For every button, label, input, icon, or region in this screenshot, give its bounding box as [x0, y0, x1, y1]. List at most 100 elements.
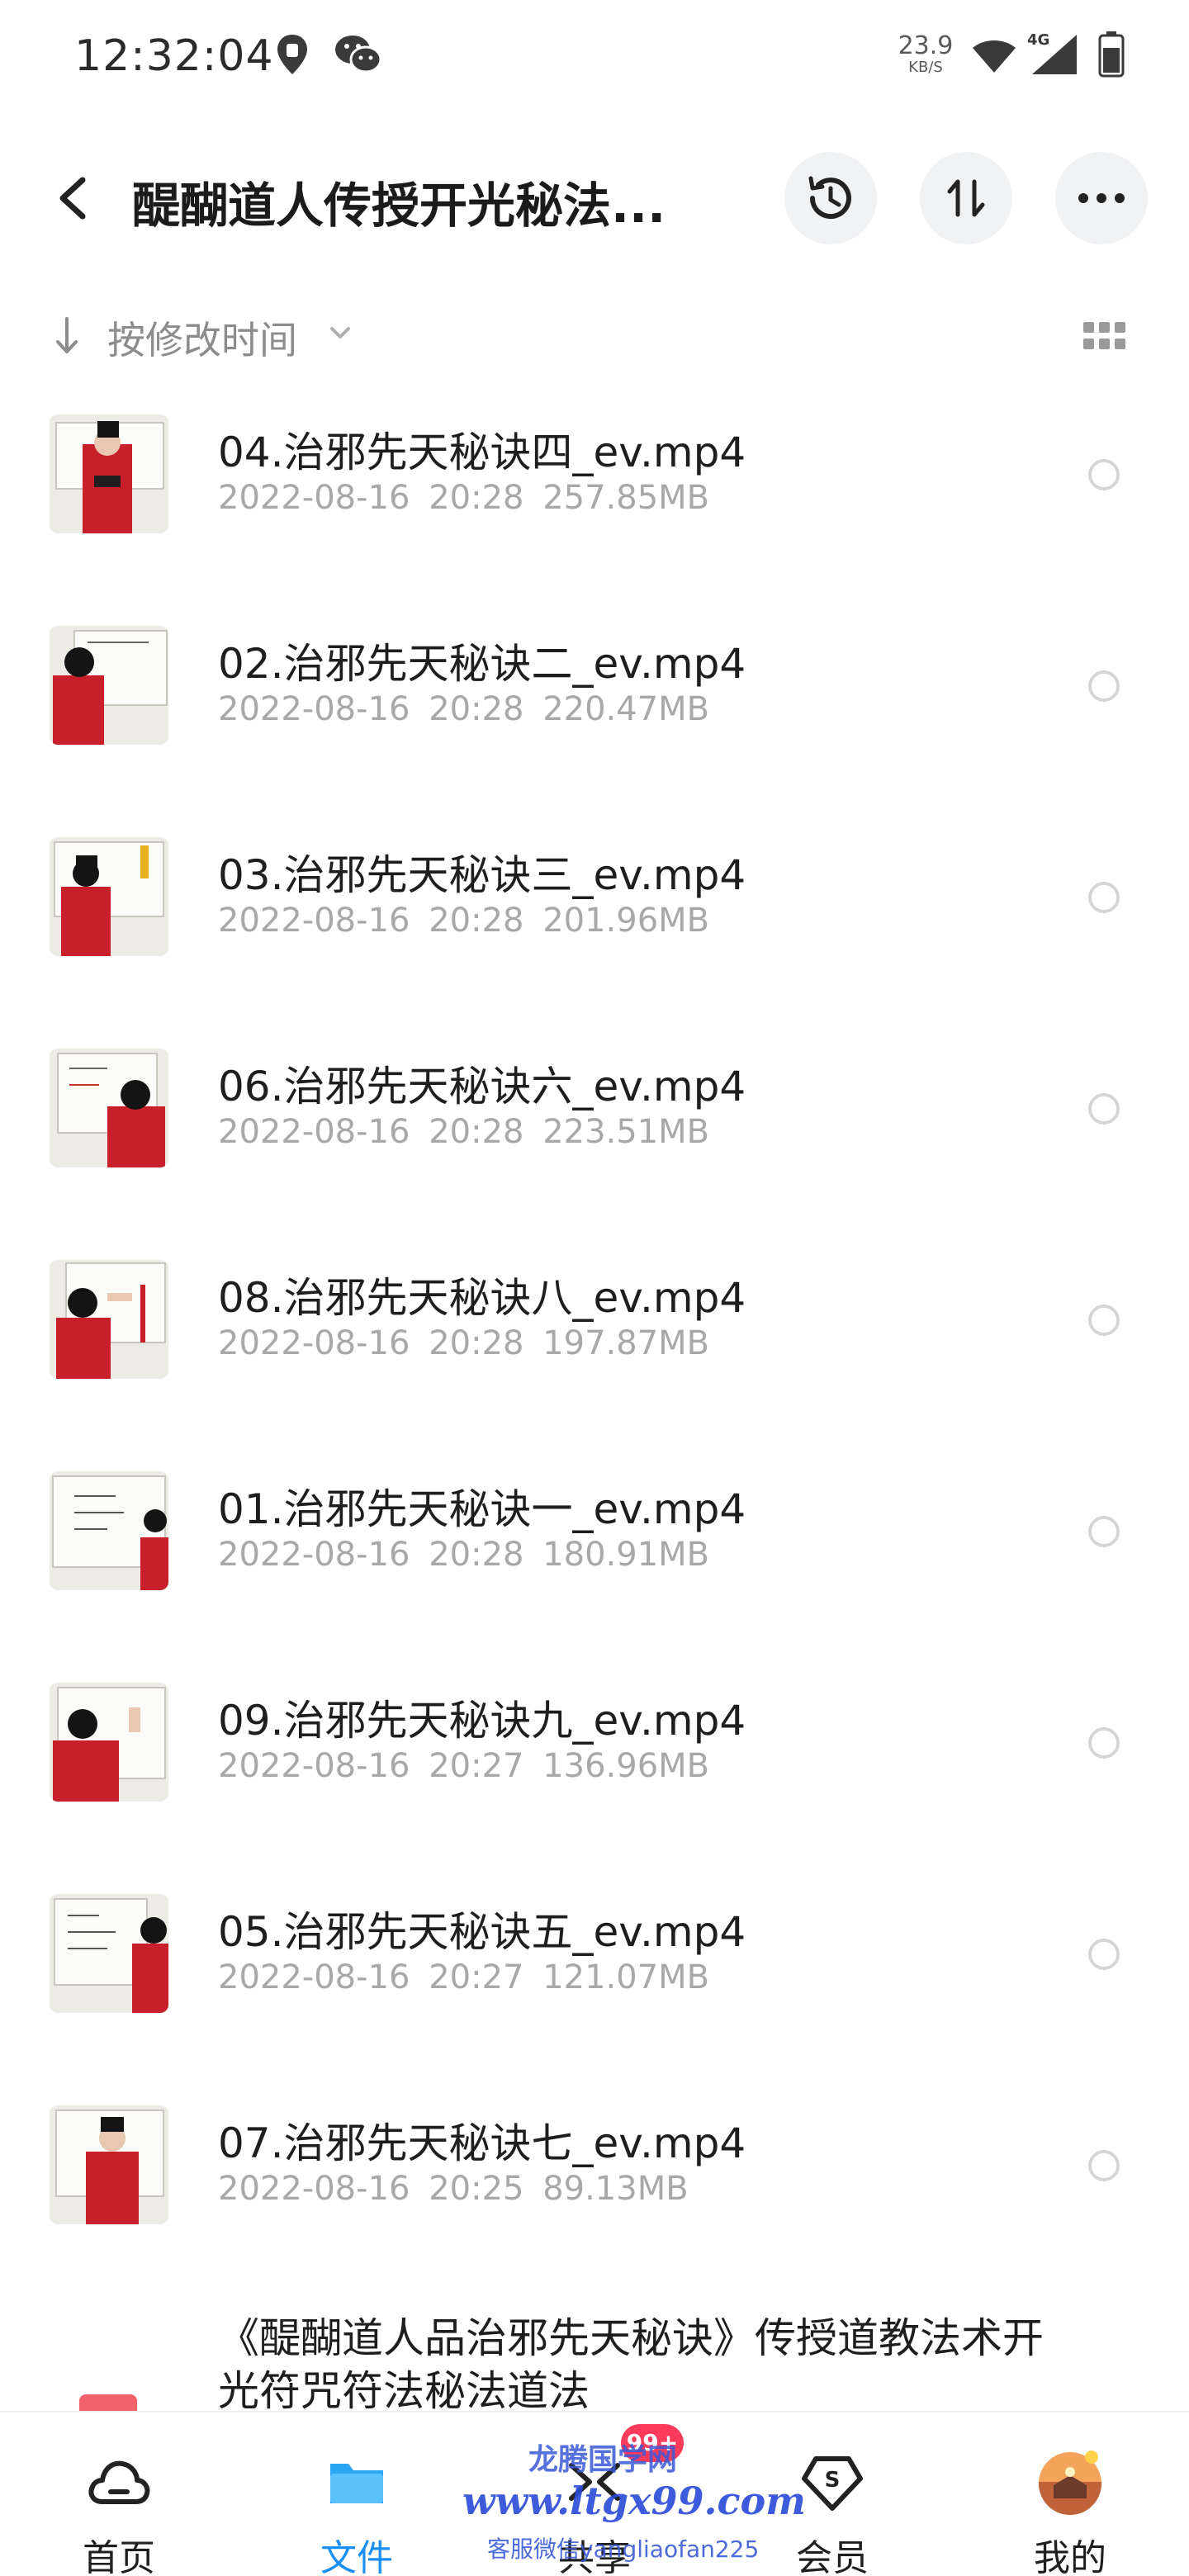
select-radio[interactable] [1088, 1093, 1120, 1125]
network-speed: 23.9 KB/S [897, 33, 955, 76]
video-thumbnail [50, 1260, 168, 1379]
file-meta: 2022-08-16 20:28 197.87MB [218, 1324, 709, 1362]
select-radio[interactable] [1088, 1305, 1120, 1336]
select-radio[interactable] [1088, 2150, 1120, 2181]
file-meta: 2022-08-16 20:27 121.07MB [218, 1958, 709, 1996]
file-name: 06.治邪先天秘诀六_ev.mp4 [218, 1063, 746, 1110]
status-time: 12:32:04 [74, 31, 274, 81]
file-date: 2022-08-16 [218, 902, 410, 940]
file-size: 257.85MB [542, 479, 710, 517]
arrow-down-icon [54, 315, 79, 360]
select-radio[interactable] [1088, 670, 1120, 702]
list-item[interactable]: 03.治邪先天秘诀三_ev.mp4 2022-08-16 20:28 201.9… [0, 811, 1189, 1022]
file-date: 2022-08-16 [218, 479, 410, 517]
nav-home[interactable]: 首页 [45, 2413, 193, 2576]
file-size: 201.96MB [542, 902, 710, 940]
list-item[interactable]: 07.治邪先天秘诀七_ev.mp4 2022-08-16 20:25 89.13… [0, 2079, 1189, 2290]
header: 醍醐道人传授开光秘法... [0, 140, 1189, 256]
file-date: 2022-08-16 [218, 1747, 410, 1785]
file-name: 05.治邪先天秘诀五_ev.mp4 [218, 1908, 746, 1956]
video-thumbnail [50, 2105, 168, 2224]
file-meta: 2022-08-16 20:28 201.96MB [218, 902, 709, 940]
video-thumbnail [50, 837, 168, 956]
file-size: 121.07MB [542, 1958, 710, 1996]
video-thumbnail [50, 1471, 168, 1590]
nav-files[interactable]: 文件 [282, 2413, 431, 2576]
list-item[interactable]: 04.治邪先天秘诀四_ev.mp4 2022-08-16 20:28 257.8… [0, 388, 1189, 599]
video-thumbnail [50, 1894, 168, 2013]
file-size: 223.51MB [542, 1113, 710, 1151]
file-meta: 2022-08-16 20:28 180.91MB [218, 1536, 709, 1574]
status-bar: 12:32:04 23.9 KB/S 4G [0, 0, 1189, 112]
file-time: 20:25 [429, 2170, 524, 2208]
chevron-down-icon[interactable] [329, 325, 352, 345]
file-name: 08.治邪先天秘诀八_ev.mp4 [218, 1274, 746, 1322]
file-size: 136.96MB [542, 1747, 710, 1785]
back-button[interactable] [50, 165, 99, 231]
wifi-icon [971, 36, 1017, 78]
file-time: 20:28 [429, 479, 524, 517]
list-item[interactable]: 08.治邪先天秘诀八_ev.mp4 2022-08-16 20:28 197.8… [0, 1234, 1189, 1445]
file-time: 20:28 [429, 1113, 524, 1151]
file-name: 01.治邪先天秘诀一_ev.mp4 [218, 1485, 746, 1533]
file-time: 20:28 [429, 690, 524, 728]
file-meta: 2022-08-16 20:28 223.51MB [218, 1113, 709, 1151]
file-size: 180.91MB [542, 1536, 710, 1574]
file-time: 20:28 [429, 1324, 524, 1362]
history-icon [808, 176, 851, 220]
sort-label[interactable]: 按修改时间 [107, 310, 297, 365]
list-item[interactable]: 05.治邪先天秘诀五_ev.mp4 2022-08-16 20:27 121.0… [0, 1868, 1189, 2079]
wechat-icon [334, 33, 383, 79]
file-date: 2022-08-16 [218, 690, 410, 728]
file-meta: 2022-08-16 20:28 220.47MB [218, 690, 709, 728]
file-name: 《醍醐道人品治邪先天秘诀》传授道教法术开光符咒符法秘法道法 [218, 2314, 1044, 2415]
file-meta: 2022-08-16 20:27 136.96MB [218, 1747, 709, 1785]
select-radio[interactable] [1088, 1939, 1120, 1970]
file-meta: 2022-08-16 20:28 257.85MB [218, 479, 709, 517]
file-date: 2022-08-16 [218, 1113, 410, 1151]
select-radio[interactable] [1088, 1727, 1120, 1759]
file-date: 2022-08-16 [218, 1958, 410, 1996]
select-radio[interactable] [1088, 882, 1120, 913]
select-radio[interactable] [1088, 459, 1120, 490]
more-button[interactable] [1055, 152, 1148, 244]
history-button[interactable] [784, 152, 877, 244]
file-name: 02.治邪先天秘诀二_ev.mp4 [218, 640, 746, 688]
grid-view-icon[interactable] [1083, 322, 1126, 353]
file-size: 89.13MB [542, 2170, 689, 2208]
file-time: 20:28 [429, 1536, 524, 1574]
file-name: 04.治邪先天秘诀四_ev.mp4 [218, 429, 746, 476]
file-size: 197.87MB [542, 1324, 710, 1362]
video-thumbnail [50, 626, 168, 745]
chevron-left-icon [59, 177, 86, 220]
file-time: 20:27 [429, 1747, 524, 1785]
sort-row[interactable]: 按修改时间 [0, 297, 1189, 372]
file-name: 03.治邪先天秘诀三_ev.mp4 [218, 851, 746, 899]
list-item[interactable]: 09.治邪先天秘诀九_ev.mp4 2022-08-16 20:27 136.9… [0, 1656, 1189, 1868]
folder-icon [330, 2464, 383, 2503]
nav-me[interactable]: 我的 [996, 2413, 1144, 2576]
list-item[interactable]: 01.治邪先天秘诀一_ev.mp4 2022-08-16 20:28 180.9… [0, 1445, 1189, 1656]
vip-diamond-icon: S [802, 2456, 863, 2511]
nav-label: 文件 [320, 2537, 393, 2576]
avatar [1039, 2451, 1101, 2515]
select-radio[interactable] [1088, 1516, 1120, 1547]
network-speed-unit: KB/S [908, 59, 943, 76]
file-name: 09.治邪先天秘诀九_ev.mp4 [218, 1697, 746, 1745]
svg-text:S: S [825, 2468, 841, 2493]
nav-label: 首页 [83, 2537, 155, 2576]
nav-label: 我的 [1034, 2537, 1106, 2576]
sort-button[interactable] [920, 152, 1012, 244]
video-thumbnail [50, 1049, 168, 1167]
page-title: 醍醐道人传授开光秘法... [132, 178, 666, 234]
list-item[interactable]: 02.治邪先天秘诀二_ev.mp4 2022-08-16 20:28 220.4… [0, 599, 1189, 811]
list-item-document[interactable]: 《醍醐道人品治邪先天秘诀》传授道教法术开光符咒符法秘法道法 [0, 2312, 1189, 2427]
file-meta: 2022-08-16 20:25 89.13MB [218, 2170, 689, 2208]
file-name: 07.治邪先天秘诀七_ev.mp4 [218, 2119, 746, 2167]
list-item[interactable]: 06.治邪先天秘诀六_ev.mp4 2022-08-16 20:28 223.5… [0, 1022, 1189, 1234]
location-icon [276, 33, 309, 79]
file-time: 20:28 [429, 902, 524, 940]
cloud-icon [88, 2460, 150, 2504]
svg-text:4G: 4G [1027, 31, 1049, 49]
file-time: 20:27 [429, 1958, 524, 1996]
